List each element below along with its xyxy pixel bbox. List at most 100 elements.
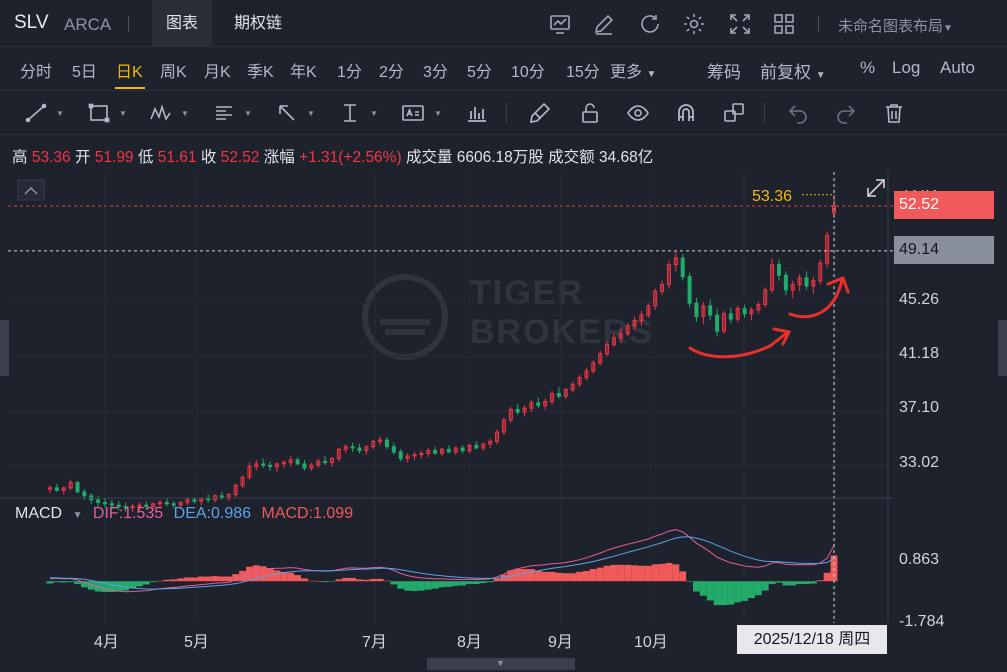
refresh-icon[interactable] (638, 12, 662, 36)
period-10min[interactable]: 10分 (511, 58, 545, 82)
chart-indicator-icon[interactable] (548, 12, 572, 36)
horizontal-scrollbar[interactable]: ▼ (427, 658, 575, 670)
macd-bar (74, 581, 81, 585)
caret-down-icon[interactable]: ▼ (73, 510, 83, 521)
period-2min[interactable]: 2分 (379, 58, 404, 82)
text-list-icon[interactable] (212, 101, 236, 125)
candle (804, 271, 809, 290)
volume-value: 6606.18万股 (456, 149, 544, 166)
period-1min[interactable]: 1分 (337, 58, 362, 82)
caret-down-icon[interactable]: ▼ (181, 109, 189, 118)
candle (446, 445, 451, 454)
right-panel-toggle[interactable] (998, 320, 1007, 376)
candlestick-series (48, 194, 836, 512)
macd-bar (122, 581, 130, 591)
macd-bar (135, 581, 143, 587)
caret-down-icon[interactable]: ▼ (244, 109, 252, 118)
layout-selector[interactable]: 未命名图表布局▼ (838, 15, 953, 36)
macd-bar (548, 571, 556, 582)
macd-bar (459, 581, 467, 586)
candle-body (446, 448, 451, 453)
candle (460, 445, 465, 454)
eye-icon[interactable] (626, 101, 650, 125)
log-scale-toggle[interactable]: Log (892, 58, 920, 78)
candle (261, 458, 266, 468)
bar-pattern-icon[interactable] (465, 101, 489, 125)
rectangle-icon[interactable] (87, 101, 111, 125)
draw-pen-icon[interactable] (592, 12, 616, 36)
tab-chart[interactable]: 图表 (152, 0, 213, 47)
macd-bar (761, 581, 769, 591)
lock-icon[interactable] (578, 101, 602, 125)
period-3min[interactable]: 3分 (423, 58, 448, 82)
trash-icon[interactable] (882, 101, 906, 125)
candle (371, 440, 376, 450)
candle (281, 459, 286, 468)
caret-down-icon[interactable]: ▼ (434, 109, 442, 118)
price-axis-label: 41.18 (899, 345, 940, 362)
macd-title[interactable]: MACD (15, 505, 62, 522)
left-panel-toggle[interactable] (0, 320, 9, 376)
layers-icon[interactable] (722, 101, 746, 125)
symbol-name[interactable]: SLV (14, 12, 49, 34)
time-axis-label: 5月 (184, 634, 209, 651)
period-intraday[interactable]: 分时 (20, 58, 52, 82)
macd-bar (390, 581, 398, 585)
candle (825, 231, 830, 268)
candle (481, 442, 486, 451)
percent-scale-toggle[interactable]: % (860, 58, 875, 78)
macd-bar (486, 581, 494, 583)
candle-body (687, 276, 692, 304)
period-quarterly[interactable]: 季K (247, 58, 274, 82)
period-15min[interactable]: 15分 (566, 58, 600, 82)
period-5day[interactable]: 5日 (72, 58, 97, 82)
candle (687, 272, 692, 308)
macd-bar (727, 581, 735, 605)
candle (419, 450, 424, 459)
high-label: 高 (12, 149, 28, 166)
macd-bar (452, 581, 460, 586)
period-daily[interactable]: 日K (116, 58, 143, 82)
caret-down-icon[interactable]: ▼ (56, 109, 64, 118)
period-more[interactable]: 更多 ▼ (610, 58, 656, 82)
candle-body (460, 447, 465, 452)
macd-bar (321, 581, 329, 583)
fullscreen-icon[interactable] (728, 12, 752, 36)
high-marker-label: 53.36 (752, 188, 792, 205)
pattern-icon[interactable] (149, 101, 173, 125)
tab-option-chain[interactable]: 期权链 (220, 0, 296, 47)
brush-icon[interactable] (528, 101, 552, 125)
macd-bar (273, 570, 281, 582)
turnover-value: 34.68亿 (598, 149, 654, 166)
candle (783, 271, 788, 296)
trend-line-icon[interactable] (24, 101, 48, 125)
caret-down-icon[interactable]: ▼ (370, 109, 378, 118)
measure-icon[interactable] (338, 101, 362, 125)
period-yearly[interactable]: 年K (290, 58, 317, 82)
settings-gear-icon[interactable] (682, 12, 706, 36)
candle (364, 445, 369, 455)
candle (721, 311, 726, 334)
caret-down-icon[interactable]: ▼ (119, 109, 127, 118)
undo-icon[interactable] (786, 101, 810, 125)
drawing-toolbar: ▼ ▼ ▼ ▼ ▼ ▼ ▼ (0, 91, 1007, 135)
magnet-icon[interactable] (674, 101, 698, 125)
chip-distribution-button[interactable]: 筹码 (707, 58, 741, 83)
redo-icon[interactable] (834, 101, 858, 125)
period-weekly[interactable]: 周K (160, 58, 187, 82)
caret-down-icon[interactable]: ▼ (307, 109, 315, 118)
price-axis-label: 33.02 (899, 454, 940, 471)
adjustment-selector[interactable]: 前复权 ▼ (760, 58, 826, 83)
arrow-icon[interactable] (275, 101, 299, 125)
macd-bar (638, 565, 645, 582)
text-annotation-icon[interactable] (401, 101, 425, 125)
candle (584, 368, 589, 381)
candle (226, 493, 231, 502)
period-5min[interactable]: 5分 (467, 58, 492, 82)
macd-histogram (46, 555, 838, 606)
grid-layout-icon[interactable] (772, 12, 796, 36)
price-chart[interactable]: 53.36 (0, 172, 1007, 672)
macd-bar (693, 581, 700, 592)
auto-scale-toggle[interactable]: Auto (940, 58, 975, 78)
period-monthly[interactable]: 月K (204, 58, 231, 82)
